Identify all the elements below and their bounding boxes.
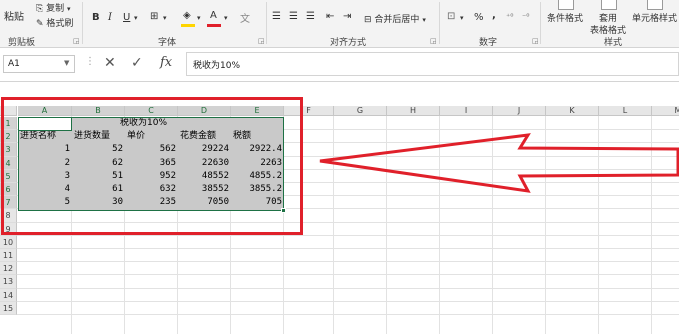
column-header-l[interactable]: L: [599, 106, 652, 116]
format-painter-button[interactable]: ✎ 格式刷: [36, 16, 73, 29]
font-color-button[interactable]: A: [210, 10, 217, 21]
insert-function-icon[interactable]: fx: [160, 55, 172, 70]
comma-button[interactable]: ,: [492, 10, 496, 21]
styles-group-label: 样式: [604, 38, 623, 48]
gridline-horizontal: [17, 248, 679, 249]
italic-button[interactable]: I: [108, 12, 112, 23]
column-header-j[interactable]: J: [493, 106, 546, 116]
accounting-format-icon[interactable]: ⊡: [447, 11, 455, 22]
confirm-entry-icon[interactable]: ✓: [131, 55, 143, 71]
cell-style-button[interactable]: 单元格样式: [632, 11, 677, 24]
align-right-icon[interactable]: ☰: [306, 11, 315, 22]
increase-decimal-icon[interactable]: ⁺⁰: [506, 12, 513, 21]
formula-bar: A1 ▼ ⋮ ✕ ✓ fx 税收为10%: [0, 48, 679, 82]
percent-button[interactable]: %: [474, 12, 484, 23]
number-group-label: 数字: [479, 38, 498, 48]
underline-dropdown-icon[interactable]: ▾: [134, 14, 138, 22]
alignment-group-label: 对齐方式: [330, 38, 367, 48]
borders-button[interactable]: ⊞: [150, 11, 158, 22]
row-header-12[interactable]: 12: [0, 262, 17, 276]
column-header-m[interactable]: M: [652, 106, 679, 116]
row-header-14[interactable]: 14: [0, 288, 17, 302]
worksheet: ABCDEFGHIJKLM 1 2 3 4 5 6 7 8 9 10 11 12 13 14 15 税收为1…: [0, 96, 679, 334]
ribbon-separator: [540, 2, 541, 44]
align-left-icon[interactable]: ☰: [272, 11, 281, 22]
copy-button[interactable]: ⎘ 复制 ▾: [36, 1, 70, 14]
merge-center-button[interactable]: ⊟ 合并后居中 ▾: [364, 12, 426, 25]
column-header-h[interactable]: H: [387, 106, 440, 116]
column-header-i[interactable]: I: [440, 106, 493, 116]
fill-color-dropdown-icon[interactable]: ▾: [197, 14, 201, 22]
cell-style-icon: [647, 0, 663, 10]
row-header-13[interactable]: 13: [0, 275, 17, 289]
annotation-arrow: [319, 133, 679, 193]
ribbon-separator: [266, 2, 267, 44]
merge-center-label: 合并后居中: [374, 15, 420, 25]
column-header-g[interactable]: G: [334, 106, 387, 116]
gridline-horizontal: [17, 314, 679, 315]
decrease-indent-icon[interactable]: ⇤: [326, 11, 334, 22]
row-header-11[interactable]: 11: [0, 249, 17, 263]
ribbon-separator: [439, 2, 440, 44]
paste-button[interactable]: 粘贴: [4, 8, 24, 23]
fill-color-swatch: [181, 24, 195, 27]
align-center-icon[interactable]: ☰: [289, 11, 298, 22]
formula-input[interactable]: 税收为10%: [186, 52, 679, 76]
phonetic-button[interactable]: 文: [240, 10, 250, 25]
paintbrush-icon: ✎: [36, 19, 44, 29]
font-color-dropdown-icon[interactable]: ▾: [224, 14, 228, 22]
row-header-15[interactable]: 15: [0, 301, 17, 315]
chevron-down-icon: ▾: [422, 16, 426, 24]
cancel-entry-icon[interactable]: ✕: [104, 55, 116, 71]
annotation-highlight-box: [1, 97, 303, 235]
clipboard-group-label: 剪贴板: [8, 38, 36, 48]
format-painter-label: 格式刷: [46, 19, 74, 29]
ribbon-separator: [82, 2, 83, 44]
clipboard-launcher-icon[interactable]: ◲: [73, 37, 80, 45]
table-format-icon: [601, 0, 617, 10]
gridline-horizontal: [17, 300, 679, 302]
chevron-down-icon: ▾: [66, 5, 71, 13]
gridline-horizontal: [17, 274, 679, 276]
decrease-decimal-icon[interactable]: ⁻⁰: [522, 12, 529, 21]
font-color-swatch: [207, 24, 221, 27]
font-group-label: 字体: [158, 38, 177, 48]
conditional-format-icon: [558, 0, 574, 10]
formula-bar-grip-icon: ⋮: [85, 56, 95, 67]
gridline-horizontal: [17, 261, 679, 263]
gridline-horizontal: [17, 287, 679, 289]
copy-icon: ⎘: [36, 4, 44, 14]
borders-dropdown-icon[interactable]: ▾: [163, 14, 167, 22]
font-launcher-icon[interactable]: ◲: [258, 37, 265, 45]
column-header-k[interactable]: K: [546, 106, 599, 116]
copy-label: 复制: [46, 4, 65, 14]
name-box-dropdown-icon[interactable]: ▼: [64, 59, 69, 67]
accounting-dropdown-icon[interactable]: ▾: [460, 14, 464, 22]
merge-cells-icon: ⊟: [364, 15, 372, 25]
fill-bucket-icon: ◈: [183, 10, 191, 21]
increase-indent-icon[interactable]: ⇥: [343, 11, 351, 22]
conditional-format-button[interactable]: 条件格式: [547, 11, 583, 24]
bold-button[interactable]: B: [92, 12, 100, 23]
number-launcher-icon[interactable]: ◲: [532, 37, 539, 45]
ribbon: 粘贴 ⎘ 复制 ▾ ✎ 格式刷 剪贴板 ◲ B I U ▾ ⊞ ▾ ◈ ▾ A …: [0, 0, 679, 48]
underline-button[interactable]: U: [123, 12, 130, 23]
row-header-10[interactable]: 10: [0, 235, 17, 249]
fill-color-button[interactable]: ◈: [183, 10, 191, 21]
alignment-launcher-icon[interactable]: ◲: [430, 37, 437, 45]
